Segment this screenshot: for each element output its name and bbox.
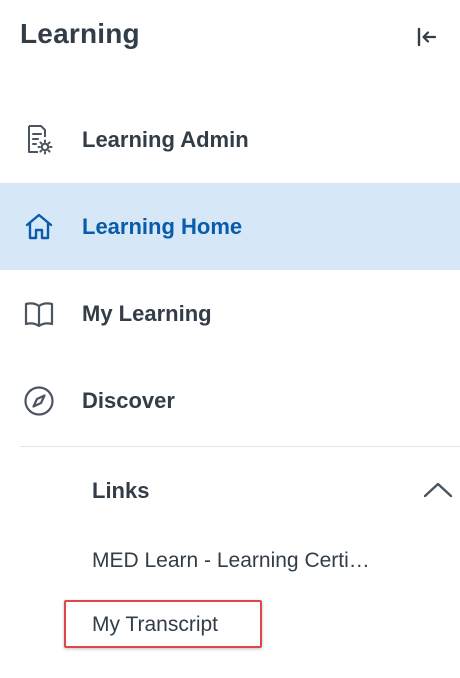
nav-item-learning-home[interactable]: Learning Home	[0, 183, 460, 270]
links-section-toggle[interactable]: Links	[0, 462, 460, 518]
links-section-label: Links	[92, 478, 150, 503]
nav-item-label: Learning Admin	[82, 126, 249, 152]
nav-item-label: Learning Home	[82, 213, 243, 239]
chevron-up-icon	[420, 474, 456, 506]
divider	[20, 446, 460, 447]
link-med-learn-certification[interactable]: MED Learn - Learning Certi…	[92, 549, 382, 573]
link-my-transcript[interactable]: My Transcript	[92, 613, 218, 637]
collapse-sidebar-button[interactable]	[410, 20, 444, 54]
nav-item-discover[interactable]: Discover	[0, 357, 460, 444]
nav-item-my-learning[interactable]: My Learning	[0, 270, 460, 357]
document-gear-icon	[22, 123, 56, 157]
collapse-left-icon	[417, 27, 437, 47]
nav-item-label: My Learning	[82, 300, 212, 326]
sidebar-nav: Learning Admin Learning Home My Learning	[0, 96, 460, 444]
book-icon	[22, 297, 56, 331]
sidebar-title: Learning	[20, 18, 140, 49]
sidebar-header: Learning	[0, 0, 460, 76]
home-icon	[22, 210, 56, 244]
nav-item-learning-admin[interactable]: Learning Admin	[0, 96, 460, 183]
compass-icon	[22, 384, 56, 418]
nav-item-label: Discover	[82, 387, 175, 413]
